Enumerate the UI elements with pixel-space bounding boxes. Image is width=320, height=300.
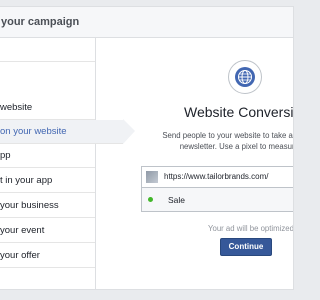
sidebar-item-offer[interactable]: your offer [0, 244, 95, 268]
description-line: newsletter. Use a pixel to measure your … [179, 142, 293, 151]
objective-content: Website Conversion Send people to your w… [96, 38, 293, 289]
objective-description: Send people to your website to take a sp… [121, 130, 293, 152]
website-url-value: https://www.tailorbrands.com/ [164, 172, 269, 181]
sidebar-item-label: on your website [0, 126, 67, 137]
globe-icon [228, 60, 262, 94]
sidebar-item-business[interactable]: your business [0, 194, 95, 218]
status-dot-icon [148, 197, 153, 202]
sidebar-item-app-engagement[interactable]: t in your app [0, 169, 95, 193]
sidebar-item-app[interactable]: pp [0, 144, 95, 168]
website-url-field[interactable]: https://www.tailorbrands.com/ [141, 166, 293, 188]
objective-sidebar: website on your website pp t in your app… [0, 38, 135, 289]
site-thumbnail-icon [146, 171, 158, 183]
sidebar-item-top[interactable] [0, 38, 95, 62]
description-line: Send people to your website to take a sp… [162, 131, 293, 140]
panel-title: your campaign [1, 16, 80, 28]
objective-title: Website Conversion [184, 104, 293, 120]
sidebar-item-website[interactable]: website [0, 96, 95, 120]
campaign-panel: your campaign website on your website pp… [0, 6, 294, 290]
conversion-event-label: Sale [168, 195, 186, 205]
panel-header: your campaign [0, 7, 293, 38]
continue-button[interactable]: Continue [220, 238, 272, 256]
optimization-note: Your ad will be optimized for Sa [208, 224, 293, 233]
sidebar-item-event[interactable]: your event [0, 219, 95, 243]
conversion-event-select[interactable]: Sale [141, 187, 293, 212]
